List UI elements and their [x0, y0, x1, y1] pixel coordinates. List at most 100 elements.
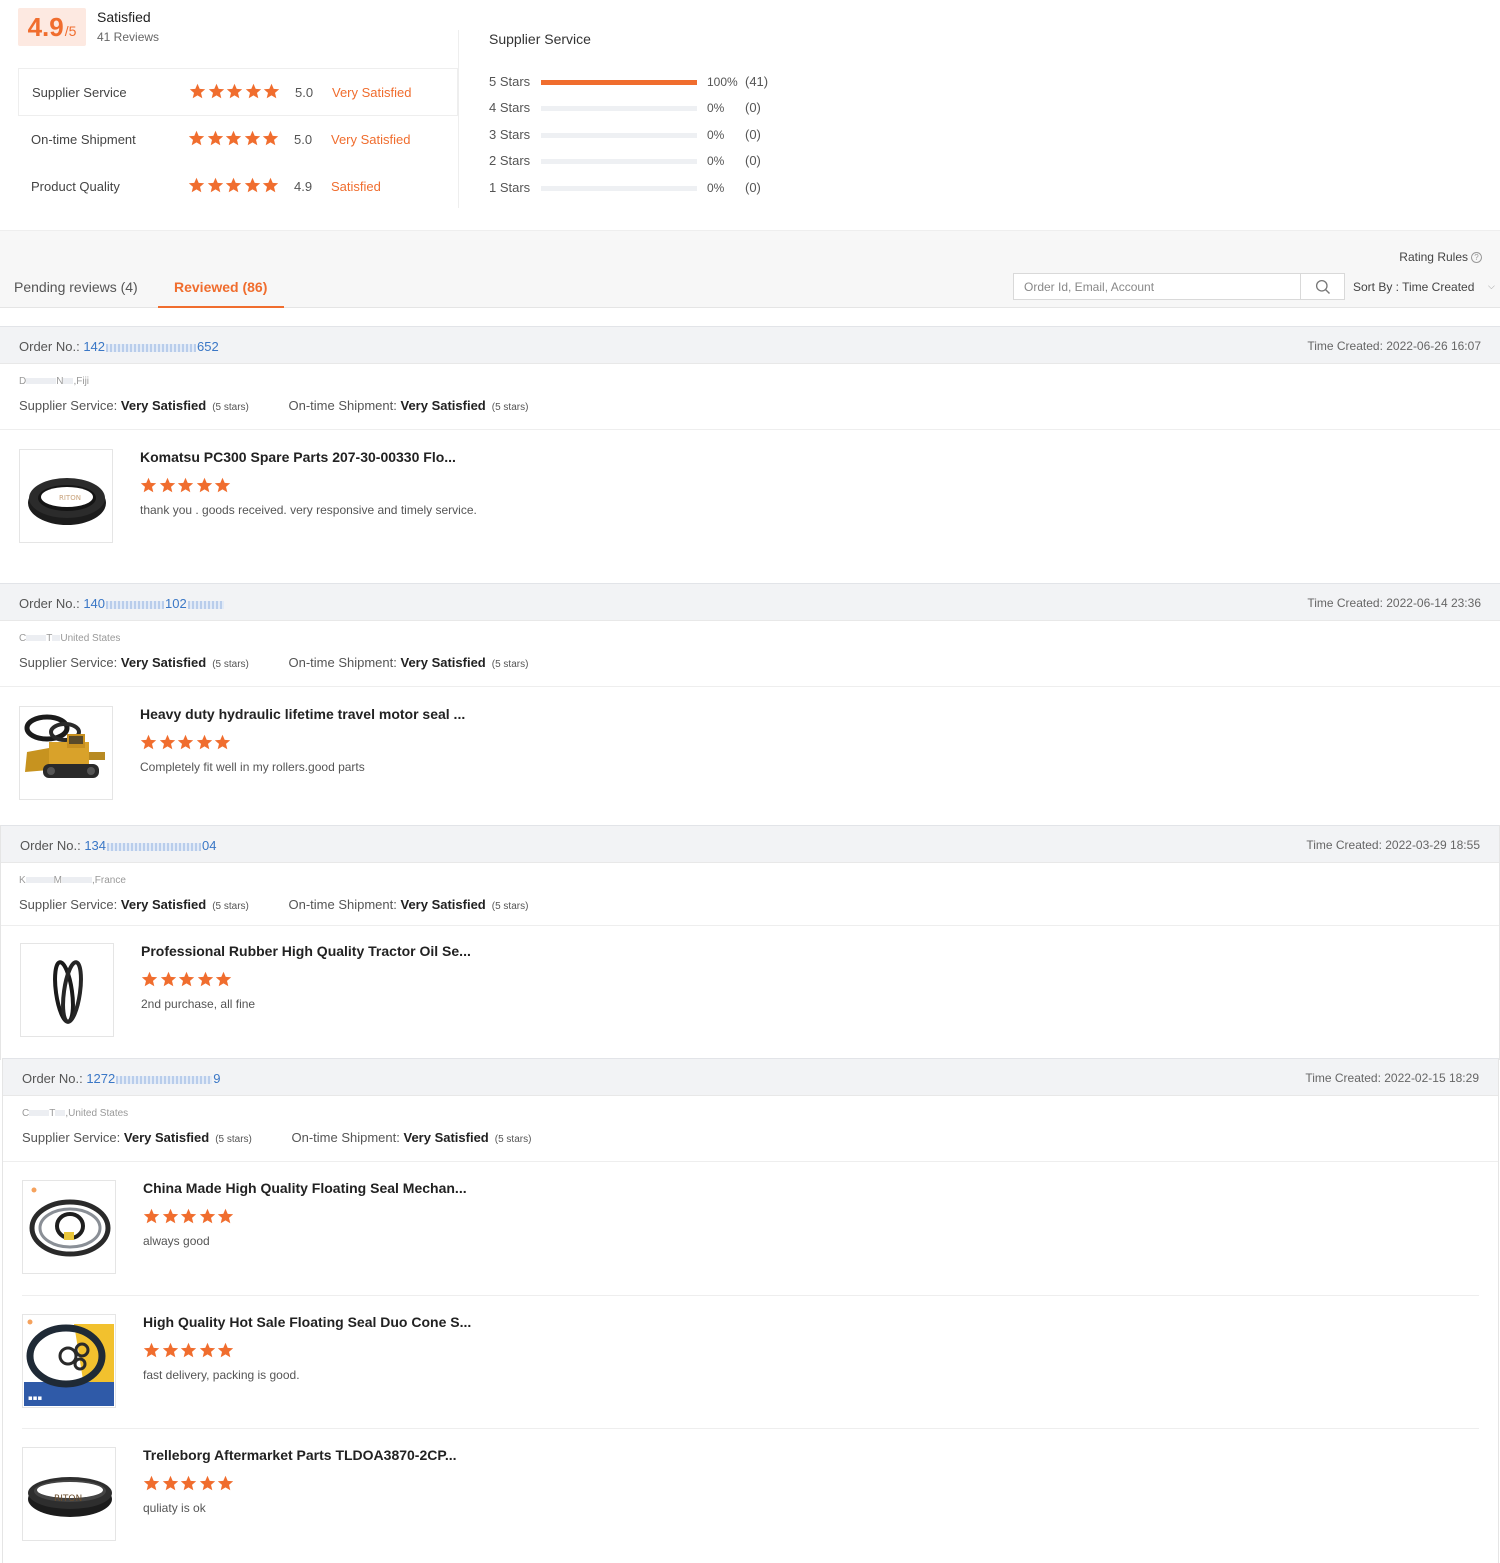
product-thumbnail[interactable]	[19, 706, 113, 800]
buyer-info: C T ,United States	[22, 1108, 128, 1119]
tab-pending-reviews[interactable]: Pending reviews (4)	[14, 279, 138, 295]
order-number-link[interactable]: 140 102	[83, 596, 224, 611]
product-title[interactable]: Trelleborg Aftermarket Parts TLDOA3870-2…	[143, 1447, 457, 1463]
star-icon	[262, 177, 279, 193]
review-stars	[140, 477, 233, 495]
distribution-row-4-stars: 4 Stars 0% (0)	[489, 100, 789, 118]
dimension-row-product-quality: Product Quality 4.9 Satisfied	[18, 163, 458, 210]
dimension-rating-text: Satisfied	[331, 179, 381, 194]
order-number-suffix: 652	[197, 339, 219, 354]
dimension-rating-text: Very Satisfied	[331, 132, 411, 147]
review-item: Heavy duty hydraulic lifetime travel mot…	[19, 706, 1479, 804]
product-title[interactable]: Heavy duty hydraulic lifetime travel mot…	[140, 706, 465, 722]
order-number: Order No.: 142 652	[19, 339, 219, 354]
active-tab-indicator	[158, 306, 284, 308]
overall-score-badge: 4.9 /5	[18, 8, 86, 46]
dimension-label: Product Quality	[31, 179, 120, 194]
search-box	[1013, 273, 1345, 300]
order-number: Order No.: 1272 9	[22, 1071, 220, 1086]
star-icon	[215, 971, 232, 987]
svg-text:▪▪▪: ▪▪▪	[28, 1394, 42, 1402]
search-input[interactable]	[1014, 274, 1300, 299]
star-icon	[143, 1208, 160, 1224]
distribution-bar	[541, 186, 697, 191]
product-thumbnail[interactable]	[20, 943, 114, 1037]
help-icon: ?	[1471, 251, 1482, 263]
order-number-prefix: 142	[83, 339, 106, 354]
order-number: Order No.: 140 102	[19, 596, 225, 611]
masked-text	[29, 1110, 50, 1117]
star-icon	[159, 477, 175, 493]
dimension-score: 5.0	[295, 84, 314, 100]
distribution-row-3-stars: 3 Stars 0% (0)	[489, 127, 789, 145]
star-icon	[140, 477, 157, 493]
masked-text	[116, 1075, 213, 1084]
order-number-label: Order No.:	[19, 339, 80, 354]
supplier-service-label: Supplier Service:	[19, 398, 118, 413]
order-time-created: Time Created: 2022-02-15 18:29	[1305, 1071, 1479, 1085]
buyer-initial: C	[22, 1108, 30, 1119]
star-icon	[217, 1342, 234, 1358]
shipment-value: Very Satisfied	[400, 897, 486, 912]
star-icon	[140, 734, 157, 750]
distribution-bar	[541, 133, 697, 138]
distribution-row-2-stars: 2 Stars 0% (0)	[489, 153, 789, 171]
order-header: Order No.: 140 102 Time Created: 2022-06-…	[0, 583, 1500, 621]
duo-cone-seal-image: ▪▪▪	[24, 1316, 114, 1406]
floating-seal-image	[29, 1187, 111, 1257]
star-icon	[199, 1475, 215, 1491]
star-icon	[208, 83, 224, 99]
star-icon	[162, 1475, 178, 1491]
chevron-down-icon[interactable]: ⌵	[1488, 281, 1495, 292]
review-stars	[141, 971, 234, 989]
order-time-created: Time Created: 2022-03-29 18:55	[1306, 838, 1480, 852]
search-button[interactable]	[1300, 274, 1344, 299]
supplier-service-value: Very Satisfied	[120, 655, 207, 670]
supplier-service-label: Supplier Service:	[19, 897, 118, 912]
summary-divider	[458, 30, 459, 208]
order-number-link[interactable]: 1272 9	[86, 1071, 220, 1086]
sort-dropdown[interactable]: Sort By : Time Created	[1353, 280, 1474, 294]
order-number-link[interactable]: 134 04	[84, 838, 216, 853]
distribution-percent: 0%	[707, 101, 725, 115]
product-title[interactable]: High Quality Hot Sale Floating Seal Duo …	[143, 1314, 471, 1330]
divider	[3, 1161, 1498, 1162]
shipment-label: On-time Shipment:	[291, 1130, 400, 1145]
product-thumbnail[interactable]: RITON	[19, 449, 113, 543]
order-ratings: Supplier Service: Very Satisfied (5 stars…	[22, 1130, 531, 1145]
tab-reviewed[interactable]: Reviewed (86)	[174, 279, 267, 295]
product-title[interactable]: China Made High Quality Floating Seal Me…	[143, 1180, 467, 1196]
divider	[1, 925, 1499, 926]
o-rings-image	[53, 960, 83, 1024]
star-icon	[197, 971, 213, 987]
masked-text	[106, 343, 197, 352]
order-number-label: Order No.:	[22, 1071, 83, 1086]
order-number-prefix: 134	[84, 838, 107, 853]
buyer-initial: K	[19, 875, 26, 886]
supplier-service-label: Supplier Service:	[22, 1130, 121, 1145]
product-thumbnail[interactable]: ▪▪▪	[22, 1314, 116, 1408]
buyer-info: K M ,France	[19, 875, 126, 886]
supplier-service-label: Supplier Service:	[19, 655, 118, 670]
order-ratings: Supplier Service: Very Satisfied (5 stars…	[19, 655, 528, 670]
buyer-info: C T United States	[19, 633, 120, 644]
svg-text:RITON: RITON	[59, 494, 81, 502]
product-title[interactable]: Professional Rubber High Quality Tractor…	[141, 943, 471, 959]
reviews-count: 41 Reviews	[97, 30, 160, 44]
review-item: China Made High Quality Floating Seal Me…	[22, 1180, 1482, 1278]
product-thumbnail[interactable]	[22, 1180, 116, 1274]
rating-summary: 4.9 /5 Satisfied 41 Reviews Supplier Ser…	[0, 0, 1500, 230]
distribution-bar	[541, 106, 697, 111]
distribution-percent: 0%	[707, 154, 725, 168]
review-comment: 2nd purchase, all fine	[141, 997, 256, 1011]
order-number-link[interactable]: 142 652	[83, 339, 218, 354]
review-stars	[140, 734, 233, 752]
order-time-created: Time Created: 2022-06-14 23:36	[1307, 596, 1481, 610]
star-rating	[188, 130, 281, 148]
product-title[interactable]: Komatsu PC300 Spare Parts 207-30-00330 F…	[140, 449, 456, 465]
star-icon	[180, 1342, 197, 1358]
dimension-rating-text: Very Satisfied	[332, 84, 412, 100]
product-thumbnail[interactable]: RITON	[22, 1447, 116, 1541]
divider	[0, 429, 1500, 430]
rating-rules-link[interactable]: Rating Rules ?	[1399, 250, 1482, 264]
